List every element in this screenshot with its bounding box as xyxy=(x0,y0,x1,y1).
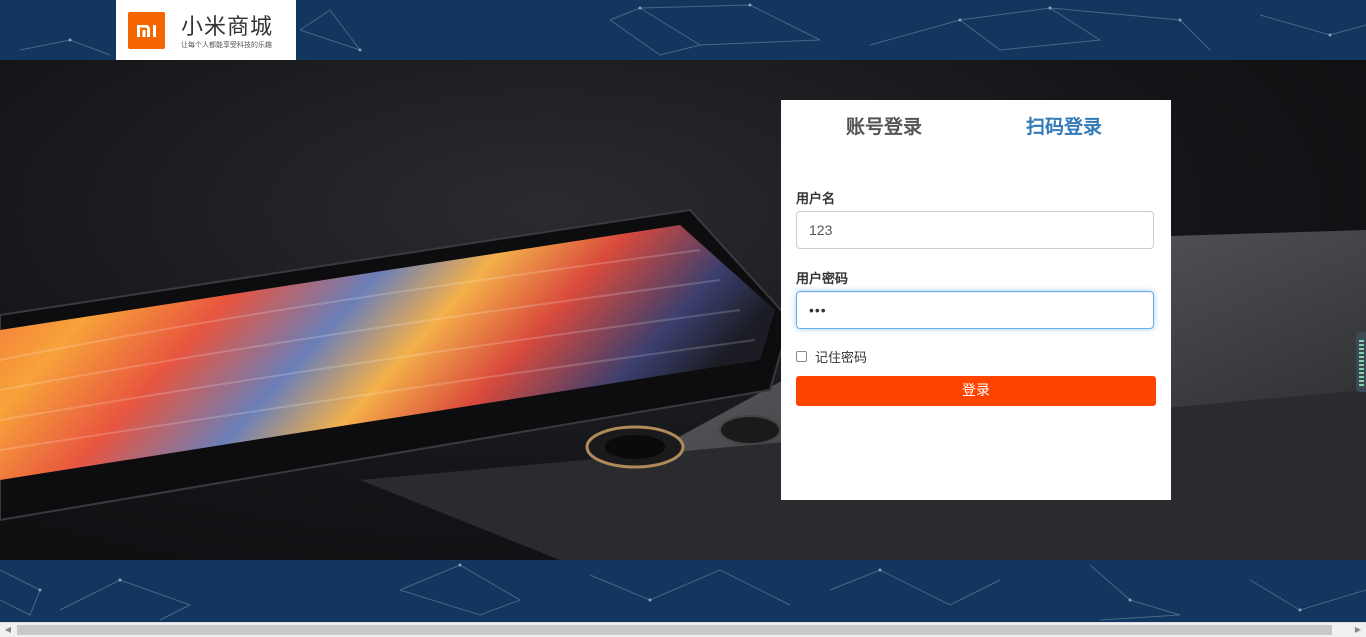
login-panel: 账号登录 扫码登录 用户名 123 用户密码 ••• 记住密码 登录 xyxy=(781,100,1171,500)
remember-password[interactable]: 记住密码 xyxy=(796,347,867,366)
horizontal-scrollbar[interactable]: ◀ ▶ xyxy=(0,622,1366,637)
username-input[interactable]: 123 xyxy=(796,211,1154,249)
tab-qrcode-login[interactable]: 扫码登录 xyxy=(1026,112,1102,139)
footer-network-background xyxy=(0,560,1366,622)
scrollbar-thumb[interactable] xyxy=(17,625,1332,635)
brand-title: 小米商城 xyxy=(181,15,274,40)
signal-bars-icon xyxy=(1359,340,1364,386)
remember-checkbox[interactable] xyxy=(796,351,807,362)
username-label: 用户名 xyxy=(796,192,836,207)
scroll-right-icon[interactable]: ▶ xyxy=(1350,623,1366,637)
scroll-left-icon[interactable]: ◀ xyxy=(0,623,16,637)
password-label: 用户密码 xyxy=(796,272,849,287)
password-input[interactable]: ••• xyxy=(796,291,1154,329)
brand-slogan: 让每个人都能享受科技的乐趣 xyxy=(181,41,272,49)
side-widget-tab[interactable] xyxy=(1356,332,1366,392)
remember-label: 记住密码 xyxy=(815,351,868,366)
site-logo[interactable]: 小米商城 让每个人都能享受科技的乐趣 xyxy=(116,0,296,60)
login-button[interactable]: 登录 xyxy=(796,376,1156,406)
network-lines-bottom xyxy=(0,563,1366,621)
tab-account-login[interactable]: 账号登录 xyxy=(846,112,922,139)
mi-logo-icon xyxy=(128,12,165,49)
